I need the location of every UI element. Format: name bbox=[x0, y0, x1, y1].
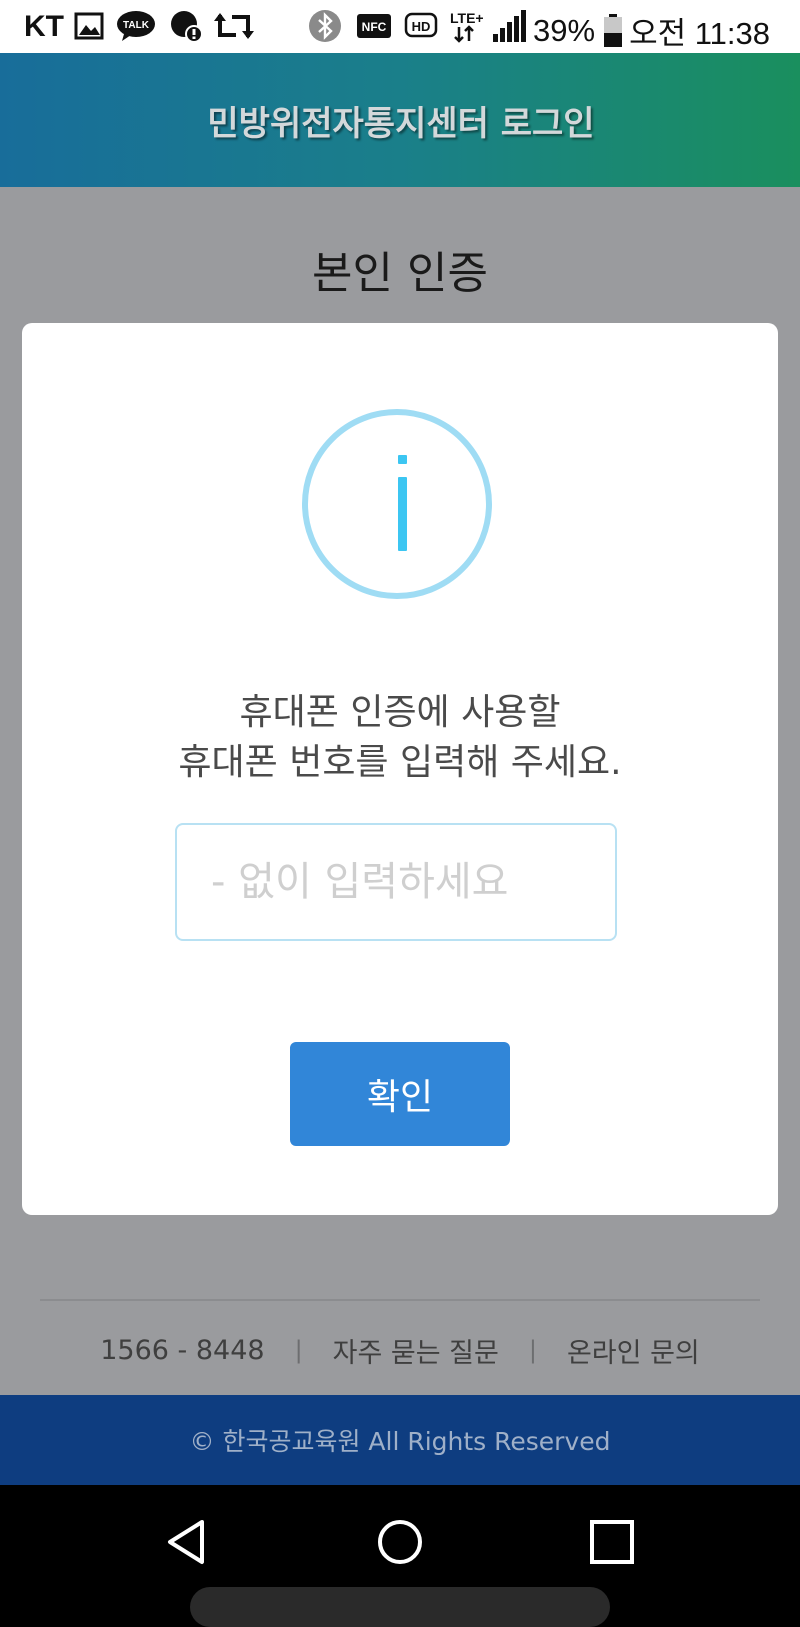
talk-label: TALK bbox=[123, 20, 150, 31]
dialog-message: 휴대폰 인증에 사용할 휴대폰 번호를 입력해 주세요. bbox=[22, 688, 778, 788]
status-right: 39% 오전 11:38 bbox=[533, 8, 770, 53]
system-nav-bar bbox=[0, 1485, 800, 1627]
lte-label: LTE+ bbox=[450, 10, 484, 26]
footer-divider bbox=[40, 1299, 760, 1301]
retweet-icon bbox=[214, 10, 254, 42]
phone-number-input[interactable] bbox=[175, 823, 617, 941]
carrier-label: KT bbox=[24, 10, 64, 43]
status-bar: KT TALK NFC HD LTE+ 39% 오전 11:38 bbox=[0, 0, 800, 53]
dialog-message-line1: 휴대폰 인증에 사용할 bbox=[239, 692, 561, 733]
battery-icon bbox=[603, 13, 623, 48]
signal-icon bbox=[492, 10, 526, 42]
kakaotalk-icon: TALK bbox=[116, 10, 156, 42]
footer-links: 1566 - 8448 | 자주 묻는 질문 | 온라인 문의 bbox=[0, 1325, 800, 1375]
info-icon bbox=[302, 409, 492, 599]
clock: 오전 11:38 bbox=[629, 16, 770, 51]
copyright-bar: © 한국공교육원 All Rights Reserved bbox=[0, 1395, 800, 1485]
page-overlay: 본인 인증 휴대폰 인증에 사용할 휴대폰 번호를 입력해 주세요. 확인 15… bbox=[0, 187, 800, 1395]
alert-icon bbox=[170, 10, 202, 42]
faq-link[interactable]: 자주 묻는 질문 bbox=[333, 1331, 499, 1370]
hd-label: HD bbox=[412, 19, 431, 34]
gesture-pill bbox=[190, 1587, 610, 1627]
header-title: 민방위전자통지센터 로그인 bbox=[207, 103, 595, 144]
back-icon[interactable] bbox=[152, 1507, 222, 1577]
battery-percent: 39% bbox=[533, 12, 596, 48]
footer-separator: | bbox=[528, 1336, 537, 1364]
dialog-message-line2: 휴대폰 번호를 입력해 주세요. bbox=[178, 742, 622, 783]
copyright-text: © 한국공교육원 All Rights Reserved bbox=[189, 1427, 611, 1456]
verification-dialog: 휴대폰 인증에 사용할 휴대폰 번호를 입력해 주세요. 확인 bbox=[22, 323, 778, 1215]
info-icon-dot bbox=[398, 455, 407, 464]
nfc-label: NFC bbox=[362, 20, 387, 34]
hd-icon: HD bbox=[404, 10, 438, 42]
gallery-icon bbox=[74, 10, 104, 42]
lte-icon: LTE+ bbox=[450, 10, 486, 43]
page-title: 본인 인증 bbox=[312, 248, 488, 299]
info-icon-stem bbox=[398, 477, 407, 551]
online-inquiry-link[interactable]: 온라인 문의 bbox=[567, 1331, 700, 1370]
bluetooth-icon bbox=[308, 10, 342, 42]
footer-separator: | bbox=[294, 1336, 303, 1364]
nfc-icon: NFC bbox=[356, 10, 392, 42]
recents-icon[interactable] bbox=[577, 1507, 647, 1577]
confirm-button[interactable]: 확인 bbox=[290, 1042, 510, 1146]
home-icon[interactable] bbox=[365, 1507, 435, 1577]
phone-link[interactable]: 1566 - 8448 bbox=[100, 1335, 264, 1366]
app-header: 민방위전자통지센터 로그인 bbox=[0, 53, 800, 187]
